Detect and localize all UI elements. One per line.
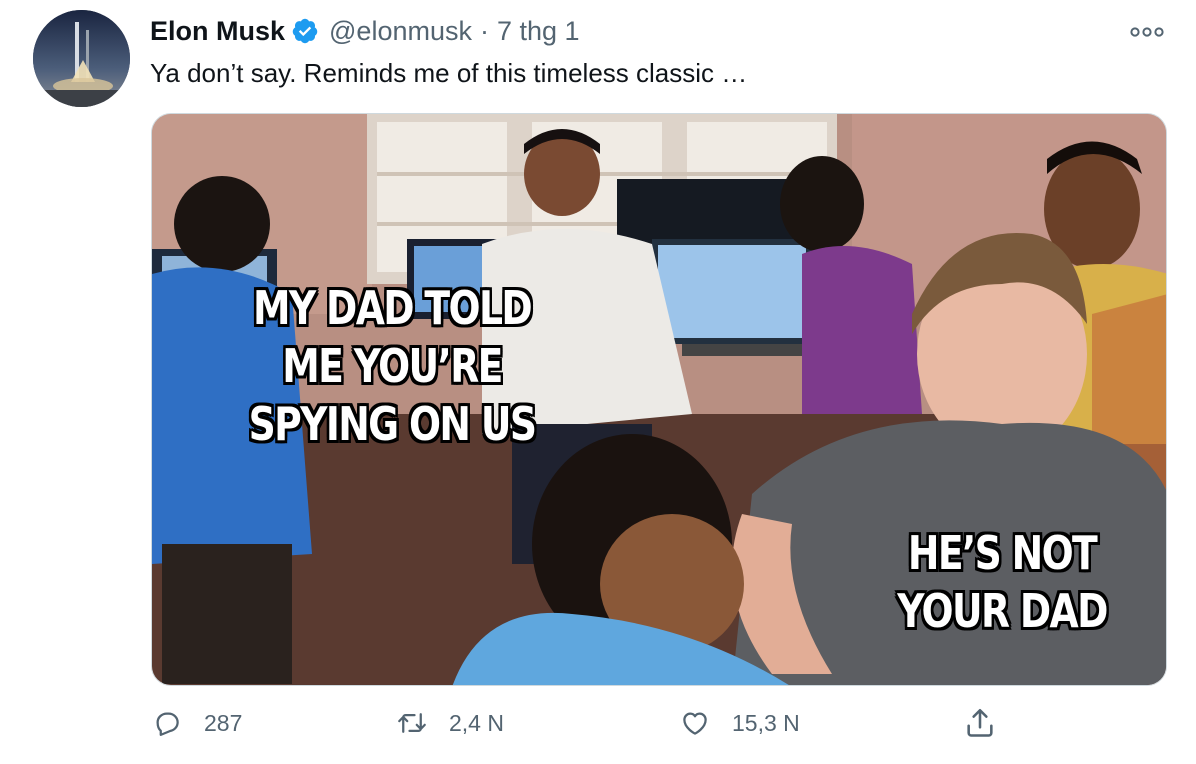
tweet-text: Ya don’t say. Reminds me of this timeles… <box>150 58 748 88</box>
tweet-actions: 287 2,4 N 15,3 N <box>0 700 1196 750</box>
share-button[interactable] <box>963 706 997 740</box>
reply-button[interactable]: 287 <box>152 708 242 738</box>
tweet-header: Elon Musk @elonmusk · 7 thg 1 <box>150 14 580 48</box>
author-handle[interactable]: @elonmusk <box>329 16 472 47</box>
separator-dot: · <box>479 15 489 46</box>
author-name[interactable]: Elon Musk <box>150 16 285 47</box>
more-options-icon[interactable] <box>1125 18 1169 46</box>
like-button[interactable]: 15,3 N <box>680 708 800 738</box>
meme-caption-bottom: HE’S NOT YOUR DAD <box>897 526 1108 638</box>
retweet-button[interactable]: 2,4 N <box>397 708 504 738</box>
like-count: 15,3 N <box>732 709 800 736</box>
tweet: Elon Musk @elonmusk · 7 thg 1 Ya don’t s… <box>0 0 1196 764</box>
tweet-media-image[interactable]: MY DAD TOLD ME YOU’RE SPYING ON US HE’S … <box>151 113 1167 686</box>
avatar[interactable] <box>33 10 130 107</box>
reply-count: 287 <box>204 709 243 736</box>
reply-icon <box>156 712 179 736</box>
heart-icon <box>683 712 707 735</box>
retweet-count: 2,4 N <box>449 709 504 736</box>
share-icon <box>967 708 993 737</box>
timestamp[interactable]: 7 thg 1 <box>497 16 580 47</box>
meme-caption-top: MY DAD TOLD ME YOU’RE SPYING ON US <box>248 281 537 451</box>
avatar-rocket-image <box>33 10 130 107</box>
verified-badge-icon <box>292 18 318 44</box>
retweet-icon <box>398 713 426 733</box>
